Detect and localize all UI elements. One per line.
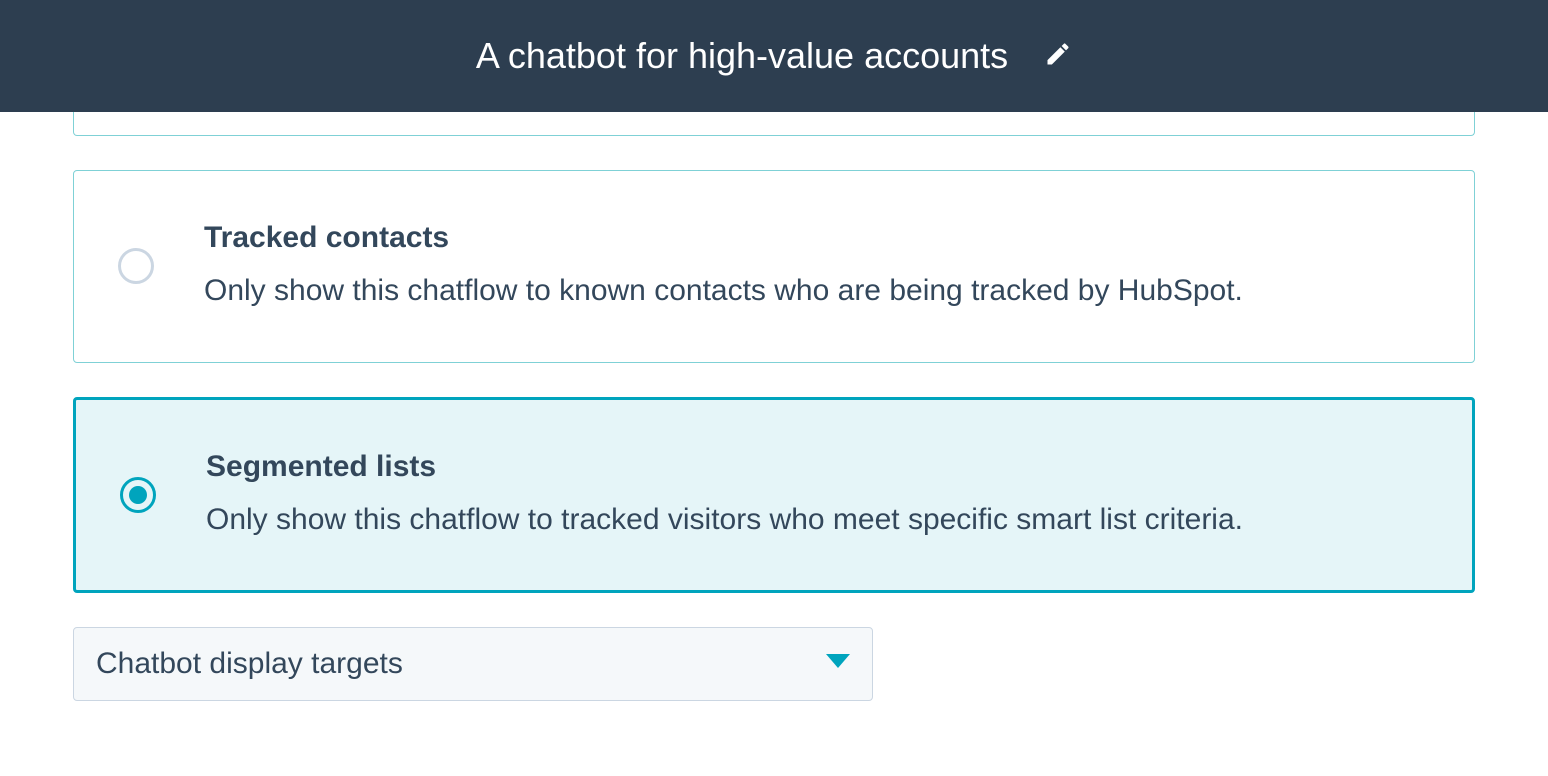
option-segmented-lists[interactable]: Segmented lists Only show this chatflow … — [73, 397, 1475, 594]
option-text: Segmented lists Only show this chatflow … — [206, 450, 1428, 541]
radio-button[interactable] — [120, 477, 156, 513]
radio-button[interactable] — [118, 248, 154, 284]
option-title: Tracked contacts — [204, 221, 1430, 255]
option-desc: Only show this chatflow to known contact… — [204, 271, 1430, 312]
display-targets-dropdown[interactable]: Chatbot display targets — [73, 627, 873, 701]
dropdown-label: Chatbot display targets — [96, 647, 403, 681]
edit-icon[interactable] — [1044, 40, 1072, 73]
option-text: Tracked contacts Only show this chatflow… — [204, 221, 1430, 312]
option-title: Segmented lists — [206, 450, 1428, 484]
option-desc: Only show this chatflow to tracked visit… — [206, 500, 1428, 541]
page-title: A chatbot for high-value accounts — [476, 35, 1008, 77]
option-tracked-contacts[interactable]: Tracked contacts Only show this chatflow… — [73, 170, 1475, 363]
page-header: A chatbot for high-value accounts — [0, 0, 1548, 112]
content-area: Tracked contacts Only show this chatflow… — [0, 112, 1548, 701]
previous-option-partial[interactable] — [73, 112, 1475, 136]
chevron-down-icon — [826, 654, 850, 675]
